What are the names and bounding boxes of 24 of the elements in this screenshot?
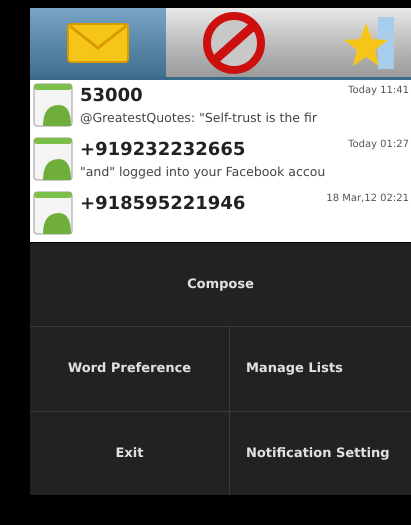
message-preview: "and" logged into your Facebook accou [80, 163, 326, 181]
message-row[interactable]: 53000 Today 11:41 @GreatestQuotes: "Self-trust is the fir [30, 80, 411, 134]
menu-item[interactable]: Compose [30, 243, 411, 326]
avatar-icon [33, 191, 73, 235]
sender-name: +919232232665 [80, 138, 246, 162]
menu-item[interactable]: Exit [30, 412, 230, 495]
message-row[interactable]: +918595221946 18 Mar,12 02:21 [30, 188, 411, 242]
message-time: 18 Mar,12 02:21 [326, 192, 410, 206]
tab[interactable] [302, 8, 411, 77]
avatar-icon [33, 83, 73, 127]
message-row[interactable]: +919232232665 Today 01:27 "and" logged into your Facebook accou [30, 134, 411, 188]
avatar-icon [33, 137, 73, 181]
sender-name: +918595221946 [80, 192, 246, 216]
message-time: Today 11:41 [348, 84, 410, 98]
message-time: Today 01:27 [348, 138, 410, 152]
message-preview: @GreatestQuotes: "Self-trust is the fir [80, 109, 317, 127]
menu-item[interactable]: Word Preference [30, 327, 230, 411]
tab[interactable] [166, 8, 302, 77]
envelope-icon [66, 22, 130, 64]
tab[interactable] [30, 8, 166, 77]
no-entry-icon [202, 10, 266, 74]
menu-item[interactable]: Manage Lists [230, 327, 411, 411]
sender-name: 53000 [80, 84, 143, 108]
menu-item[interactable]: Notification Setting [230, 412, 411, 495]
